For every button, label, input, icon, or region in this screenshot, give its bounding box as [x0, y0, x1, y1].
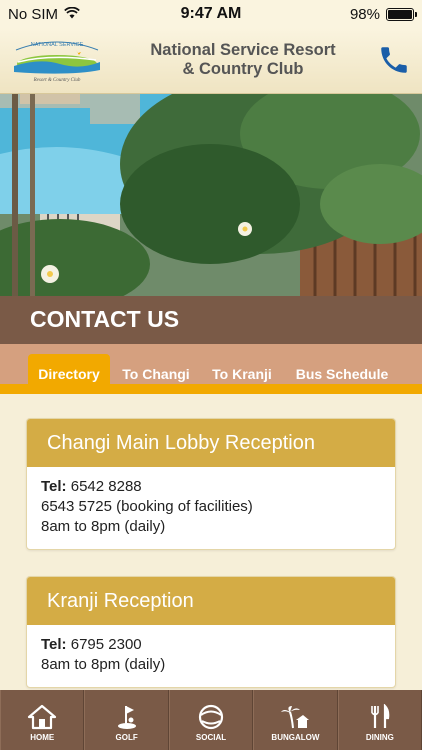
nav-golf-label: GOLF — [115, 733, 138, 742]
tel-line: Tel: 6795 2300 — [41, 635, 381, 655]
logo-text: NATIONAL SERVICE — [31, 42, 84, 48]
tab-directory[interactable]: Directory — [28, 354, 110, 394]
contact-card-kranji: Kranji Reception Tel: 6795 2300 8am to 8… — [26, 576, 396, 688]
directory-content[interactable]: Changi Main Lobby Reception Tel: 6542 82… — [0, 404, 422, 690]
golf-icon — [117, 706, 136, 729]
nav-dining-label: DINING — [365, 733, 394, 742]
hero-image — [0, 94, 422, 296]
dining-icon — [371, 704, 390, 728]
card-title: Kranji Reception — [27, 577, 395, 625]
hours-line: 8am to 8pm (daily) — [41, 656, 166, 673]
booking-line: 6543 5725 (booking of facilities) — [41, 498, 253, 515]
header-title: National Service Resort & Country Club — [118, 41, 368, 79]
nav-golf[interactable]: GOLF — [84, 690, 169, 750]
tel-number[interactable]: 6795 2300 — [71, 636, 142, 653]
page-title: CONTACT US — [30, 306, 180, 332]
tel-label: Tel: — [41, 636, 67, 653]
bungalow-icon — [281, 706, 310, 729]
tel-number[interactable]: 6542 8288 — [71, 478, 142, 495]
phone-icon — [381, 47, 407, 73]
hours-line: 8am to 8pm (daily) — [41, 518, 166, 535]
tab-bar: Directory To Changi To Kranji Bus Schedu… — [0, 344, 422, 394]
nav-dining[interactable]: DINING — [337, 690, 422, 750]
call-button[interactable] — [374, 40, 414, 80]
tab-bus-schedule[interactable]: Bus Schedule — [288, 354, 396, 394]
page-title-bar: CONTACT US — [0, 296, 422, 344]
logo-subtext: Resort & Country Club — [33, 78, 81, 83]
card-body: Tel: 6795 2300 8am to 8pm (daily) — [27, 625, 395, 687]
bottom-nav: HOME GOLF SOCIAL BUNGALOW DINING — [0, 690, 422, 750]
nav-bungalow[interactable]: BUNGALOW — [253, 690, 338, 750]
nav-social[interactable]: SOCIAL — [168, 690, 254, 750]
app-header: NATIONAL SERVICE Resort & Country Club N… — [0, 28, 422, 94]
home-icon — [28, 704, 57, 730]
tab-to-changi[interactable]: To Changi — [114, 354, 198, 394]
card-body: Tel: 6542 8288 6543 5725 (booking of fac… — [27, 467, 395, 549]
card-title: Changi Main Lobby Reception — [27, 419, 395, 467]
resort-logo[interactable]: NATIONAL SERVICE Resort & Country Club — [10, 36, 104, 84]
tel-line: Tel: 6542 8288 — [41, 477, 381, 497]
tel-label: Tel: — [41, 478, 67, 495]
status-bar: No SIM 9:47 AM 98% — [0, 0, 422, 28]
header-title-line2: & Country Club — [182, 60, 304, 78]
battery-level — [388, 10, 412, 19]
nav-bungalow-label: BUNGALOW — [271, 733, 320, 742]
nav-home-label: HOME — [30, 733, 55, 742]
battery-icon — [386, 8, 417, 21]
battery-percent: 98% — [349, 6, 380, 23]
nav-home[interactable]: HOME — [0, 690, 85, 750]
header-title-line1: National Service Resort — [150, 41, 336, 59]
contact-card-changi: Changi Main Lobby Reception Tel: 6542 82… — [26, 418, 396, 550]
status-right: 98% — [349, 6, 417, 23]
social-icon — [198, 704, 224, 730]
nav-social-label: SOCIAL — [195, 733, 227, 742]
tab-to-kranji[interactable]: To Kranji — [202, 354, 282, 394]
